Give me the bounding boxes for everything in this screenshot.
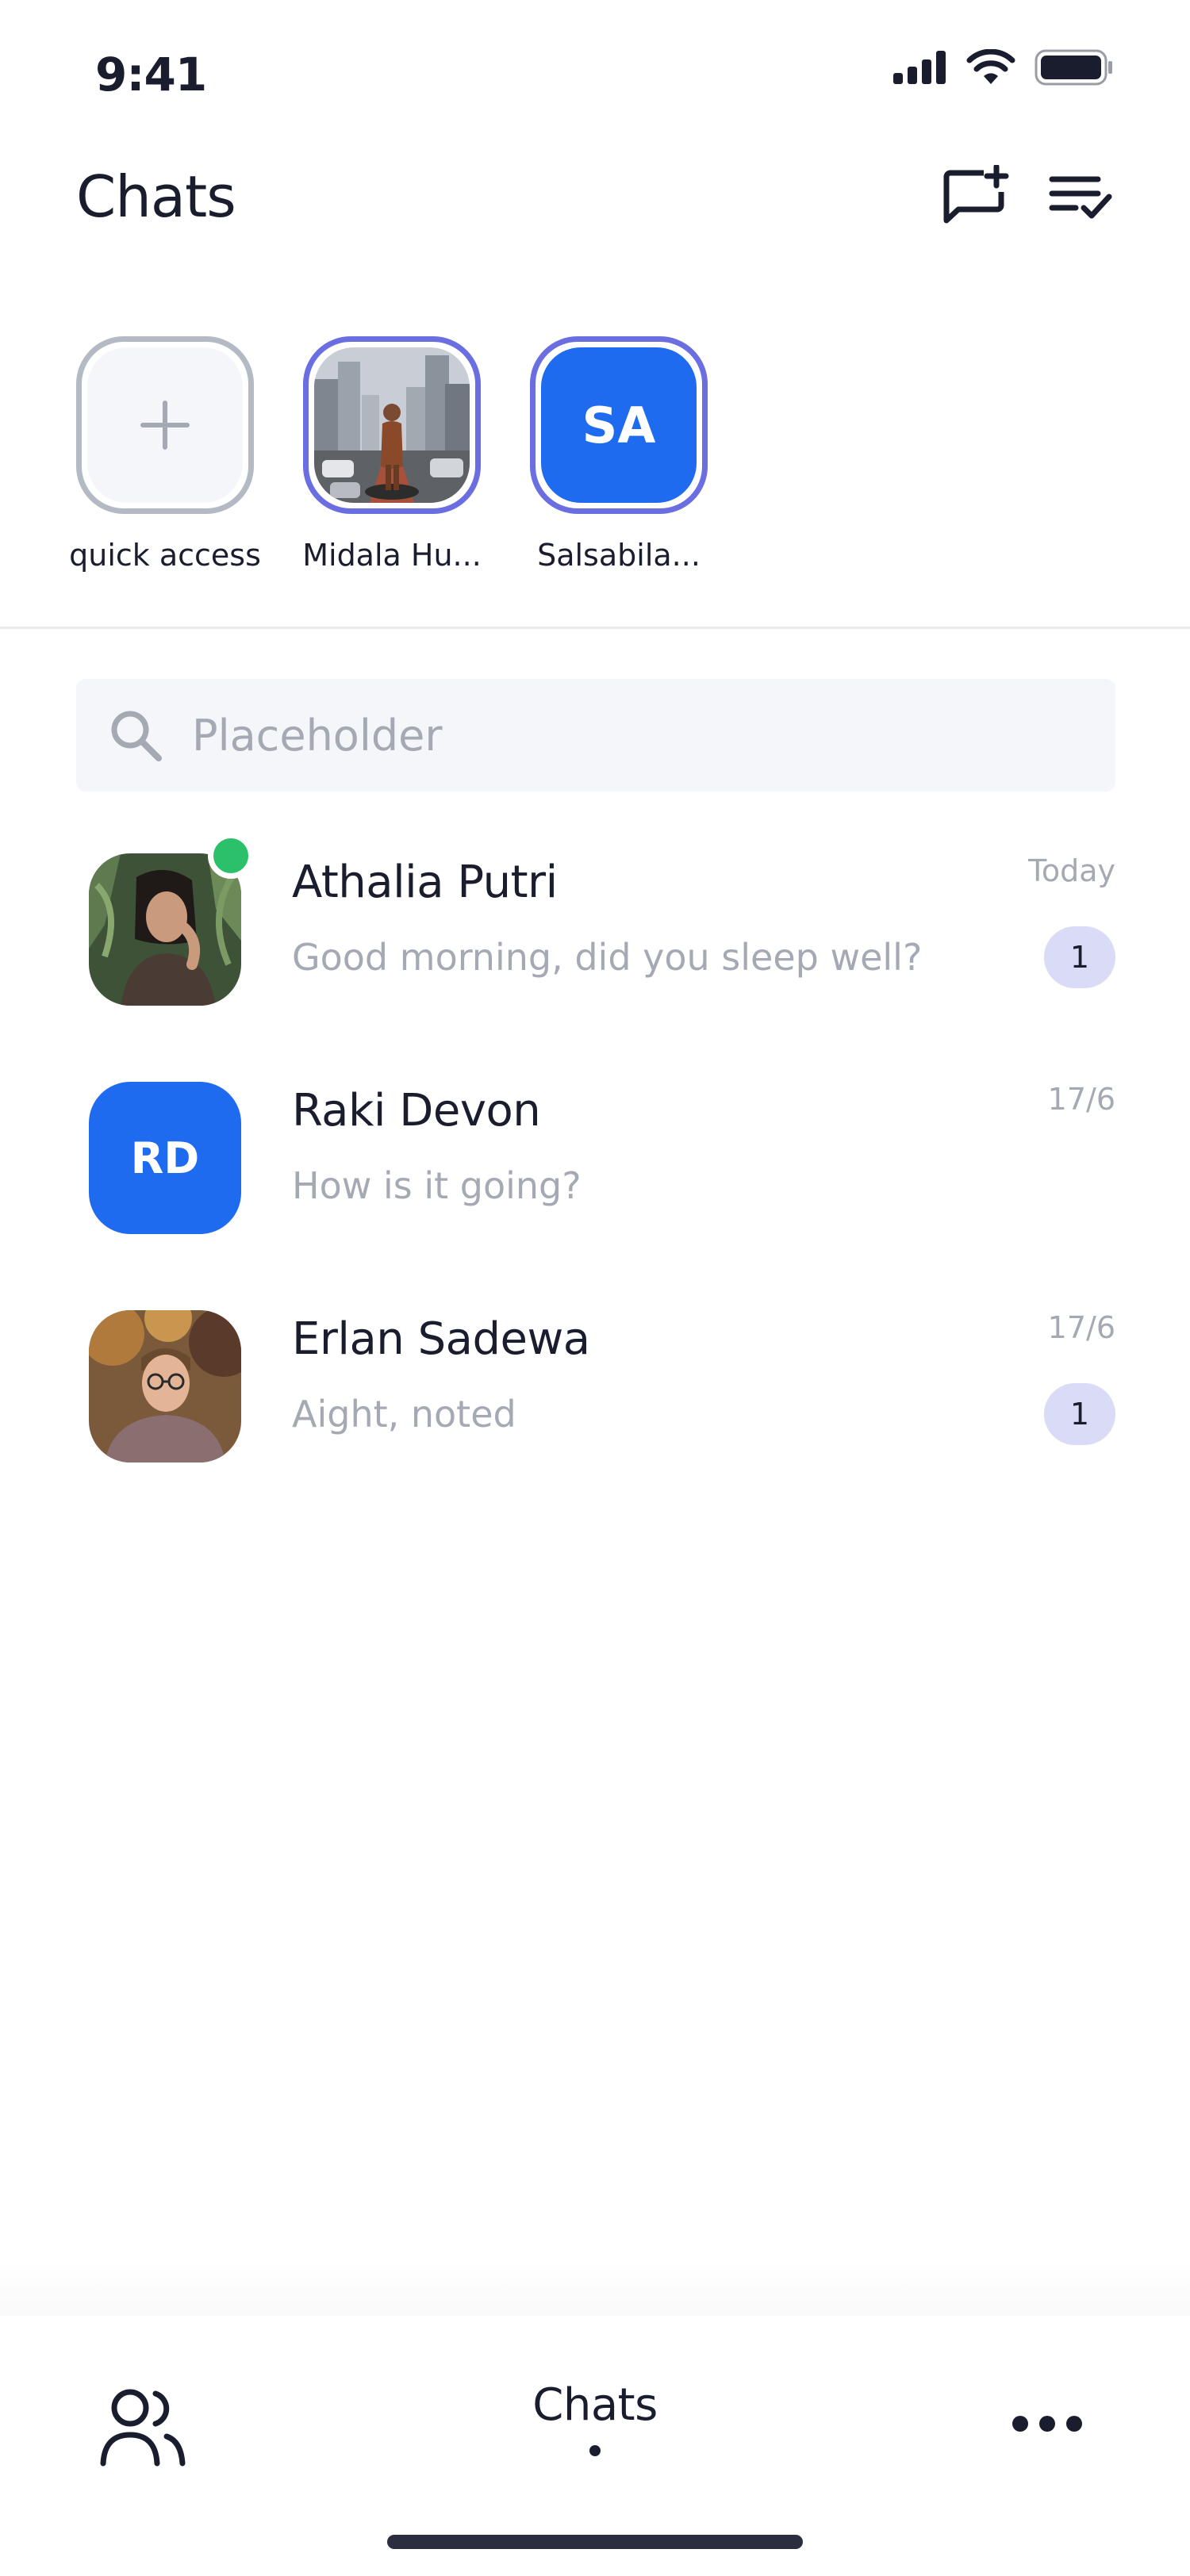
home-indicator [387, 2535, 803, 2549]
more-icon [1012, 2416, 1082, 2432]
chat-time: Today [1028, 853, 1115, 888]
nav-contacts[interactable] [95, 2379, 190, 2474]
contacts-icon [100, 2389, 186, 2467]
filter-button[interactable] [1047, 163, 1114, 230]
avatar: RD [89, 1082, 241, 1234]
erlan-photo [89, 1310, 241, 1462]
story-label: Midala Hu... [302, 538, 482, 573]
chat-name: Athalia Putri [292, 857, 558, 908]
unread-badge: 1 [1044, 926, 1115, 988]
chat-time: 17/6 [1047, 1082, 1115, 1117]
battery-icon [1035, 49, 1112, 86]
chat-row-athalia[interactable]: Athalia Putri Good morning, did you slee… [76, 833, 1115, 1069]
bottom-fade [0, 2260, 1190, 2316]
story-salsabila[interactable]: SA Salsabila... [530, 336, 708, 573]
status-icons [893, 49, 1114, 86]
new-chat-button[interactable] [942, 163, 1009, 230]
new-chat-icon [943, 165, 1009, 224]
story-quick-access[interactable]: quick access [69, 336, 261, 573]
city-street-photo [314, 347, 470, 503]
unread-badge: 1 [1044, 1383, 1115, 1445]
story-ring [303, 336, 481, 514]
status-bar: 9:41 [0, 0, 1190, 151]
story-ring [76, 336, 254, 514]
story-label: quick access [69, 538, 261, 573]
active-indicator [589, 2445, 601, 2456]
chat-name: Raki Devon [292, 1085, 541, 1137]
search-input[interactable]: Placeholder [76, 679, 1115, 792]
status-time: 9:41 [95, 48, 207, 102]
chat-preview: Good morning, did you sleep well? [292, 936, 923, 979]
story-midala[interactable]: Midala Hu... [302, 336, 482, 573]
chat-list: Athalia Putri Good morning, did you slee… [76, 833, 1115, 1526]
chat-preview: Aight, noted [292, 1393, 516, 1436]
divider [0, 627, 1190, 629]
nav-more[interactable] [1000, 2392, 1095, 2455]
chat-name: Erlan Sadewa [292, 1313, 590, 1365]
chat-row-raki[interactable]: RD Raki Devon How is it going? 17/6 [76, 1069, 1115, 1298]
search-placeholder: Placeholder [192, 710, 443, 761]
nav-chats-label: Chats [532, 2379, 658, 2431]
plus-icon [140, 401, 190, 450]
header-actions [942, 163, 1114, 230]
avatar [89, 853, 241, 1006]
chat-preview: How is it going? [292, 1164, 582, 1207]
search-icon [111, 711, 162, 761]
wifi-icon [966, 49, 1015, 84]
page-title: Chats [76, 163, 236, 230]
filter-list-icon [1049, 176, 1112, 219]
online-indicator [208, 833, 254, 879]
story-ring: SA [530, 336, 708, 514]
stories-row: quick access Midala Hu... SA Salsabila..… [69, 336, 708, 573]
athalia-photo [89, 853, 241, 1006]
signal-icon [893, 51, 946, 84]
avatar [89, 1310, 241, 1462]
story-label: Salsabila... [537, 538, 701, 573]
chat-time: 17/6 [1047, 1310, 1115, 1345]
nav-chats[interactable]: Chats [476, 2379, 714, 2456]
chat-row-erlan[interactable]: Erlan Sadewa Aight, noted 17/6 1 [76, 1298, 1115, 1526]
story-photo [314, 347, 470, 503]
story-initials: SA [541, 347, 697, 503]
quick-access-tile [87, 347, 243, 503]
